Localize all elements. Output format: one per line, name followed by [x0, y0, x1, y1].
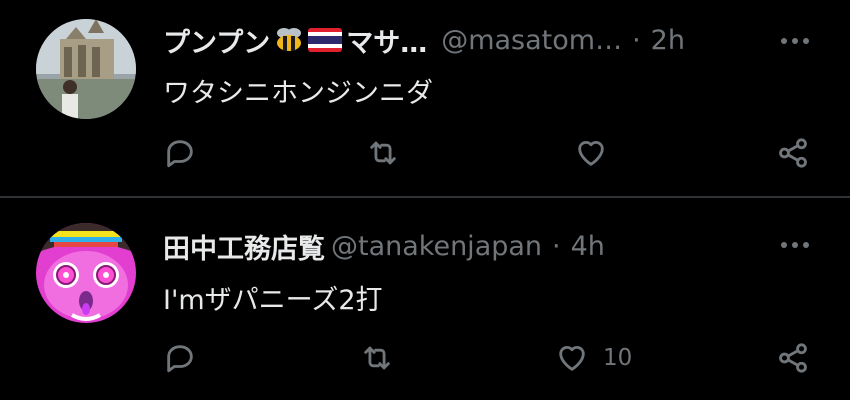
more-icon — [781, 242, 809, 248]
name-badge: 覧 — [298, 233, 325, 265]
timestamp[interactable]: 2h — [651, 25, 685, 56]
post-text: ワタシニホンジンニダ — [163, 78, 433, 109]
share-icon — [776, 136, 810, 170]
repost-button[interactable] — [360, 336, 408, 380]
handle[interactable]: @tanakenjapan — [331, 231, 542, 262]
heart-icon — [574, 136, 608, 170]
repost-icon — [360, 341, 394, 375]
reply-icon — [163, 341, 197, 375]
post-2[interactable]: 田中工務店 覧 @tanakenjapan · 4h I'mザパニーズ2打 10 — [0, 198, 850, 400]
more-icon — [781, 38, 809, 44]
more-options-button[interactable] — [778, 228, 812, 262]
avatar-photo-icon — [36, 19, 136, 119]
like-count: 10 — [603, 345, 633, 371]
separator-dot: · — [632, 24, 641, 56]
post-header: プンプン マサ… @masatom… · 2h — [163, 20, 730, 60]
reply-button[interactable] — [163, 336, 211, 380]
action-bar — [0, 131, 850, 175]
like-button[interactable]: 10 — [555, 336, 632, 380]
repost-button[interactable] — [366, 131, 414, 175]
share-button[interactable] — [776, 131, 810, 175]
avatar[interactable] — [36, 223, 136, 323]
thai-flag-icon — [308, 28, 343, 52]
display-name[interactable]: 田中工務店 — [163, 227, 298, 266]
like-button[interactable] — [574, 131, 622, 175]
post-1[interactable]: プンプン マサ… @masatom… · 2h ワタシニホンジンニダ — [0, 0, 850, 196]
bee-icon — [277, 28, 302, 51]
share-button[interactable] — [776, 336, 810, 380]
post-header: 田中工務店 覧 @tanakenjapan · 4h — [163, 226, 730, 266]
post-text: I'mザパニーズ2打 — [163, 285, 383, 316]
more-options-button[interactable] — [778, 24, 812, 58]
reply-icon — [163, 136, 197, 170]
reply-button[interactable] — [163, 131, 211, 175]
display-name[interactable]: プンプン — [163, 21, 270, 60]
share-icon — [776, 341, 810, 375]
repost-icon — [366, 136, 400, 170]
name-emojis — [274, 27, 343, 53]
avatar-illustration-icon — [36, 223, 136, 323]
handle[interactable]: @masatom… — [441, 25, 622, 56]
separator-dot: · — [552, 230, 561, 262]
timestamp[interactable]: 4h — [571, 231, 605, 262]
avatar[interactable] — [36, 19, 136, 119]
display-name-suffix[interactable]: マサ… — [346, 21, 427, 60]
action-bar: 10 — [0, 336, 850, 380]
heart-icon — [555, 341, 589, 375]
